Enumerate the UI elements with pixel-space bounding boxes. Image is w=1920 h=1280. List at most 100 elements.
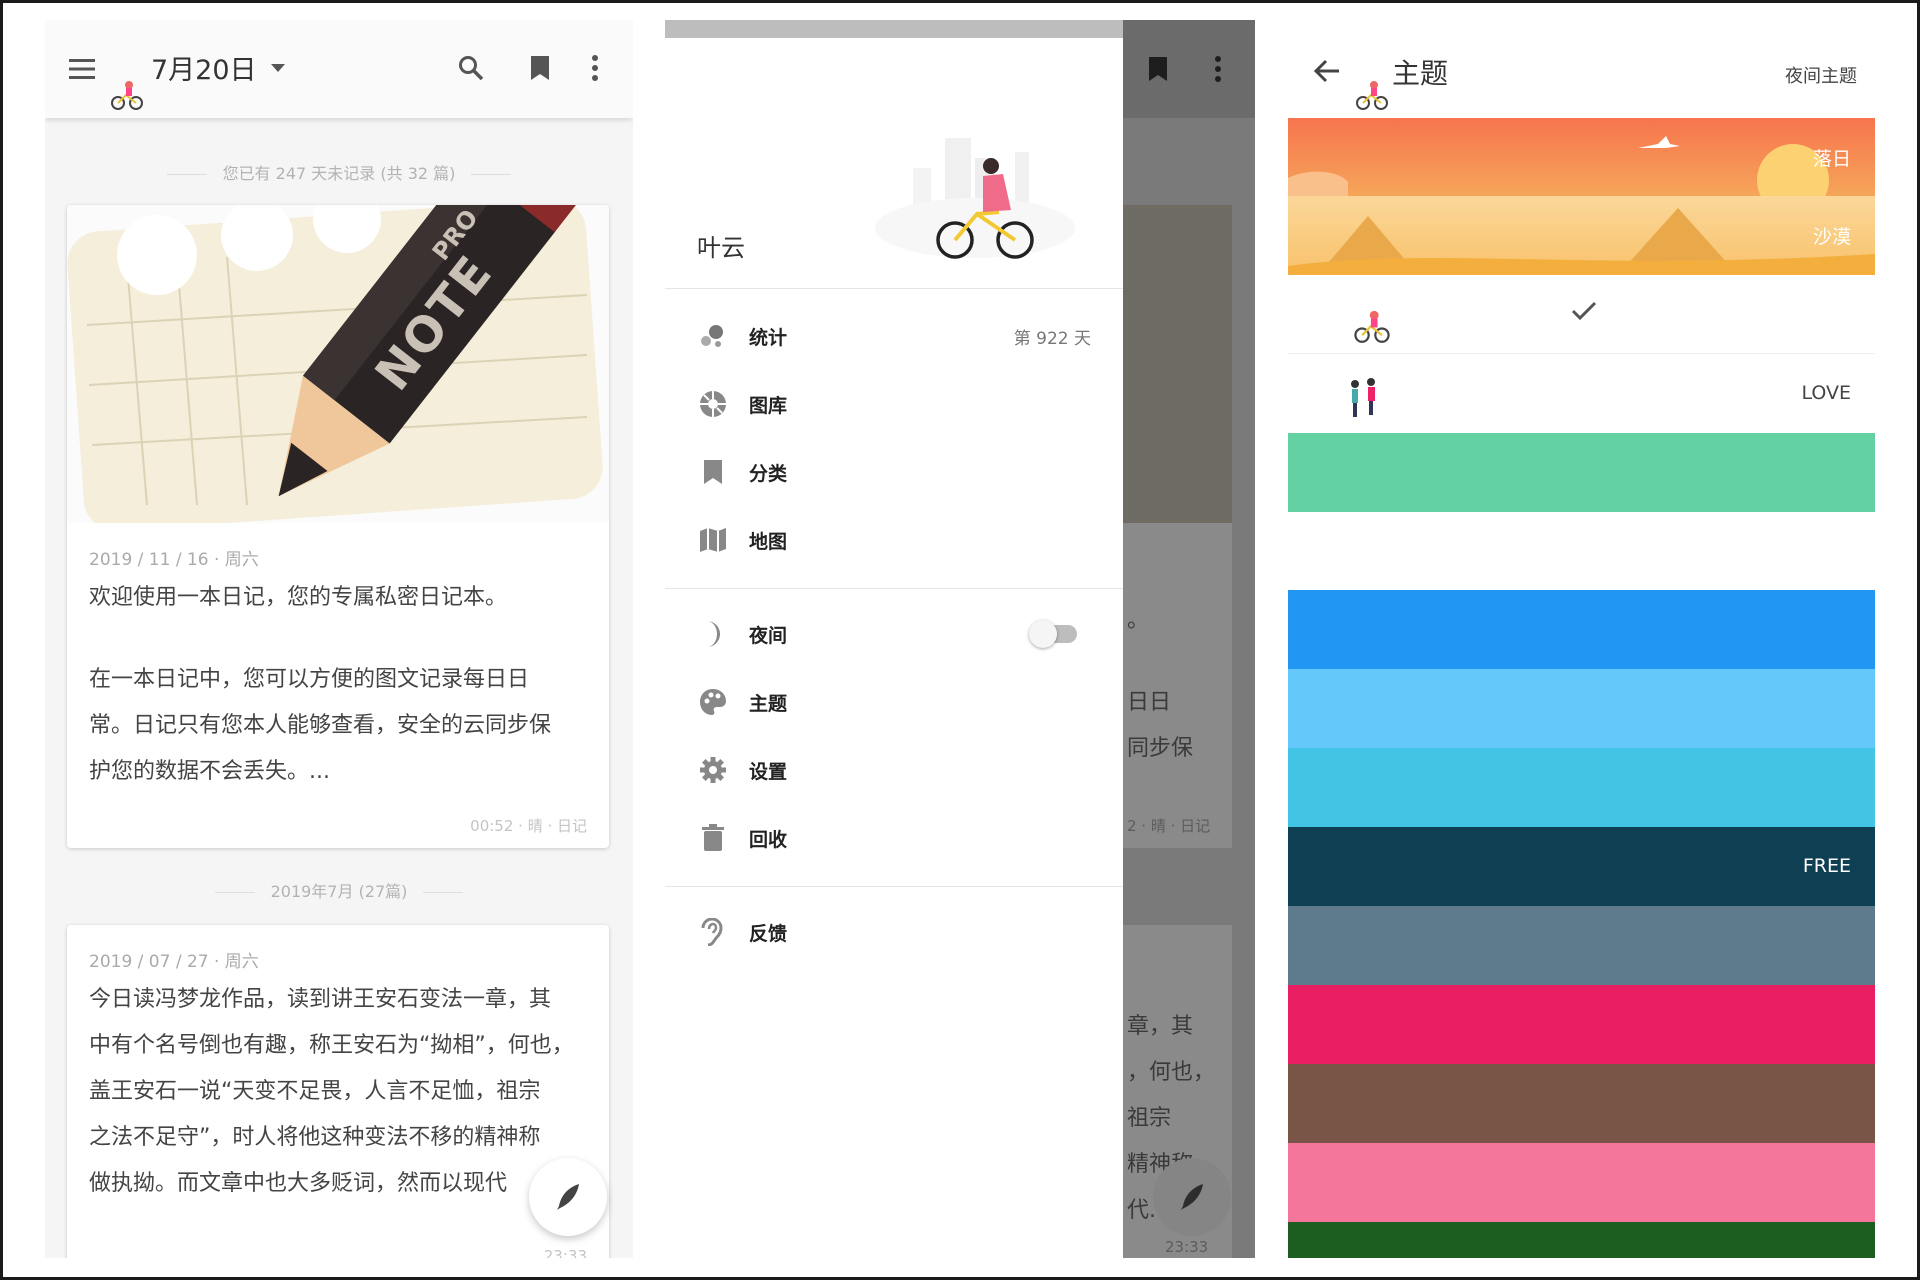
theme-color-swatch[interactable] (1288, 669, 1875, 748)
entry-line: 今日读冯梦龙作品，读到讲王安石变法一章，其 (89, 987, 552, 1012)
drawer-item-label: 分类 (749, 462, 788, 485)
night-mode-toggle[interactable] (1029, 620, 1077, 648)
entry-line: 做执拗。而文章中也大多贬词，然而以现代 (89, 1171, 508, 1196)
scrim-text: ，何也， (1127, 1060, 1216, 1085)
love-label: LOVE (1801, 382, 1851, 404)
drawer-panel: 。 日日 同步保 2 · 晴 · 日记 章，其 ，何也， 祖宗 精神称 代. 2… (665, 20, 1255, 1258)
entry-line: 中有个名号倒也有趣，称王安石为“拗相”，何也， (89, 1033, 574, 1058)
theme-color-swatch[interactable] (1288, 433, 1875, 512)
navigation-drawer: 叶云 统计 第 922 天 图库 分类 地图 夜间 主题 设置 回收 反馈 (665, 20, 1123, 1258)
drawer-item-night[interactable]: 夜间 (665, 604, 1123, 664)
diary-card[interactable]: 2019 / 07 / 27 · 周六 今日读冯梦龙作品，读到讲王安石变法一章，… (67, 925, 609, 1258)
theme-panel: 主题 夜间主题 落日 沙漠 LOVE FREE (1288, 20, 1875, 1258)
drawer-item-settings[interactable]: 设置 (665, 740, 1123, 800)
scrim-app-bar (1122, 20, 1255, 118)
night-theme-button[interactable]: 夜间主题 (1785, 62, 1857, 88)
username[interactable]: 叶云 (697, 228, 745, 263)
dropdown-icon (270, 63, 285, 72)
month-divider-text: 2019年7月 (27篇) (270, 882, 408, 901)
theme-bike[interactable] (1288, 275, 1875, 354)
scrim-text: 23:33 (1165, 1238, 1209, 1256)
free-label: FREE (1802, 855, 1851, 877)
theme-color-swatch[interactable] (1288, 1143, 1875, 1222)
entry-line: 之法不足守”，时人将他这种变法不移的精神称 (89, 1125, 541, 1150)
gear-icon (699, 756, 727, 784)
drawer-item-stats[interactable]: 统计 第 922 天 (665, 306, 1123, 366)
entry-line: 盖王安石一说“天变不足畏，人言不足恤，祖宗 (89, 1079, 541, 1104)
entry-line: 常。日记只有您本人能够查看，安全的云同步保 (89, 713, 552, 738)
section-divider (665, 588, 1123, 589)
scrim-text: 祖宗 (1127, 1106, 1172, 1131)
theme-color-swatch[interactable] (1288, 985, 1875, 1064)
scrim-text: 2 · 晴 · 日记 (1127, 817, 1211, 835)
drawer-item-label: 图库 (749, 394, 788, 417)
entry-body: 欢迎使用一本日记，您的专属私密日记本。 在一本日记中，您可以方便的图文记录每日日… (89, 575, 594, 795)
drawer-item-label: 统计 (749, 326, 788, 349)
date-selector[interactable]: 7月20日 (151, 48, 285, 87)
aperture-icon (699, 390, 727, 418)
bookmark-icon[interactable] (525, 52, 555, 84)
bookmark-icon (1149, 57, 1167, 81)
couple-icon (1338, 372, 1388, 422)
back-arrow-icon[interactable] (1312, 56, 1342, 86)
write-button[interactable] (529, 1158, 607, 1236)
entry-date: 2019 / 07 / 27 · 周六 (89, 952, 259, 972)
bike-avatar-icon (1350, 301, 1394, 345)
trash-icon (699, 824, 727, 852)
entry-line: 护您的数据不会丢失。... (89, 759, 330, 784)
drawer-item-theme[interactable]: 主题 (665, 672, 1123, 732)
ear-icon (699, 918, 727, 946)
drawer-header: 叶云 (665, 38, 1123, 288)
scrim-text: 。 (1127, 608, 1150, 633)
entry-footer: 00:52 · 晴 · 日记 (470, 817, 587, 835)
theme-color-swatch[interactable] (1288, 1064, 1875, 1143)
theme-color-swatch[interactable] (1288, 906, 1875, 985)
bike-avatar-icon (107, 72, 147, 112)
days-count: 第 922 天 (1013, 328, 1091, 349)
drawer-item-trash[interactable]: 回收 (665, 808, 1123, 868)
theme-love[interactable]: LOVE (1288, 354, 1875, 433)
theme-app-bar: 主题 夜间主题 (1288, 20, 1875, 118)
drawer-item-categories[interactable]: 分类 (665, 442, 1123, 502)
month-divider: 2019年7月 (27篇) (45, 878, 633, 902)
drawer-item-label: 设置 (749, 760, 788, 783)
theme-color-swatch[interactable] (1288, 590, 1875, 669)
drawer-illustration (865, 128, 1085, 278)
drawer-item-label: 夜间 (749, 624, 788, 647)
entry-line: 欢迎使用一本日记，您的专属私密日记本。 (89, 585, 508, 610)
entry-date: 2019 / 11 / 16 · 周六 (89, 550, 259, 570)
theme-color-swatch[interactable] (1288, 1222, 1875, 1258)
more-vert-icon[interactable] (585, 52, 605, 84)
drawer-item-feedback[interactable]: 反馈 (665, 902, 1123, 962)
drawer-item-label: 回收 (749, 828, 788, 851)
menu-icon[interactable] (67, 54, 97, 84)
scrim-text: 日日 (1127, 690, 1172, 715)
scrim-text: 代. (1127, 1198, 1156, 1223)
header-divider (665, 288, 1123, 289)
theme-sunset[interactable]: 落日 (1288, 118, 1875, 196)
quill-icon (1181, 1184, 1203, 1210)
drawer-item-label: 主题 (749, 692, 788, 715)
scrim-text: 章，其 (1127, 1014, 1194, 1039)
entry-line: 在一本日记中，您可以方便的图文记录每日日 (89, 667, 530, 692)
drawer-item-gallery[interactable]: 图库 (665, 374, 1123, 434)
diary-card[interactable]: NOTE PRO 2019 / 11 / 16 · 周六 欢迎使用一本日记，您的… (67, 205, 609, 848)
search-icon[interactable] (455, 52, 487, 84)
entry-footer: 23:33 (543, 1247, 587, 1258)
scrim-fab (1153, 1158, 1231, 1236)
scrim-text: 同步保 (1127, 736, 1194, 761)
drawer-item-label: 反馈 (749, 922, 788, 945)
cover-image: NOTE PRO (67, 205, 609, 523)
checkmark-icon (1568, 295, 1600, 327)
entry-line (89, 621, 594, 657)
drawer-item-map[interactable]: 地图 (665, 510, 1123, 570)
diary-list-panel: 7月20日 您已有 247 天未记录 (共 32 篇) NOTE PRO 201… (45, 20, 633, 1258)
quill-icon (557, 1184, 579, 1210)
status-bar (665, 20, 1123, 38)
sunset-label: 落日 (1812, 148, 1851, 170)
section-divider (665, 886, 1123, 887)
bike-avatar-icon (1352, 72, 1392, 112)
theme-desert[interactable]: 沙漠 (1288, 196, 1875, 275)
theme-color-swatch[interactable] (1288, 748, 1875, 827)
theme-color-swatch[interactable]: FREE (1288, 827, 1875, 906)
